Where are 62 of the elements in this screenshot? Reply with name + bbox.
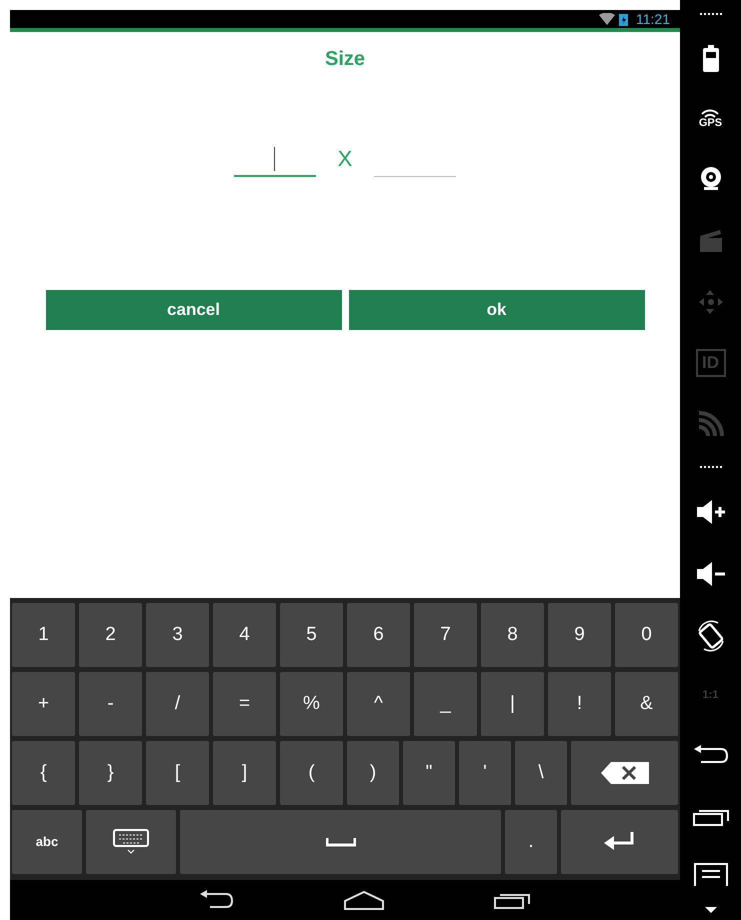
- signal-icon: [701, 108, 720, 118]
- keyboard-key[interactable]: !: [548, 672, 611, 736]
- keyboard-key[interactable]: ): [347, 741, 399, 805]
- keyboard-key[interactable]: 4: [213, 603, 276, 667]
- text-cursor: [274, 147, 276, 171]
- keyboard-key[interactable]: +: [12, 672, 75, 736]
- volume-down-icon[interactable]: [696, 560, 726, 588]
- home-icon[interactable]: [344, 890, 384, 910]
- keyboard-key[interactable]: [571, 741, 678, 805]
- backspace-icon: [600, 762, 648, 784]
- keyboard-key[interactable]: 2: [79, 603, 142, 667]
- wifi-icon: [599, 13, 615, 25]
- grip-icon[interactable]: [698, 10, 724, 18]
- keyboard-key[interactable]: ': [459, 741, 511, 805]
- recents-icon[interactable]: [692, 807, 728, 827]
- keyboard-key[interactable]: 3: [146, 603, 209, 667]
- back-icon[interactable]: [693, 745, 728, 765]
- gps-button[interactable]: GPS: [698, 90, 722, 147]
- keyboard-key[interactable]: 7: [414, 603, 477, 667]
- keyboard-key[interactable]: ^: [347, 672, 410, 736]
- keyboard-key[interactable]: {: [12, 741, 75, 805]
- keyboard-key[interactable]: =: [213, 672, 276, 736]
- caret-down-icon[interactable]: [704, 907, 716, 913]
- battery-icon[interactable]: [702, 45, 720, 73]
- keyboard-key[interactable]: 9: [548, 603, 611, 667]
- keyboard-key[interactable]: [: [146, 741, 209, 805]
- keyboard-key[interactable]: [561, 810, 678, 874]
- input-field[interactable]: [234, 145, 316, 177]
- keyboard-key[interactable]: \: [515, 741, 567, 805]
- battery-icon: [619, 12, 628, 26]
- dialog-title: Size: [324, 47, 366, 72]
- keyboard-key[interactable]: 5: [280, 603, 343, 667]
- menu-icon[interactable]: [694, 862, 728, 886]
- enter-icon: [604, 832, 636, 852]
- cancel-button[interactable]: cancel: [46, 290, 342, 330]
- space-bar-icon: [326, 836, 356, 848]
- rotate-icon[interactable]: [696, 620, 726, 652]
- keyboard-key[interactable]: |: [481, 672, 544, 736]
- keyboard-key[interactable]: [86, 810, 176, 874]
- ok-button[interactable]: ok: [348, 290, 644, 330]
- keyboard-key[interactable]: 6: [347, 603, 410, 667]
- keyboard-key[interactable]: _: [414, 672, 477, 736]
- keyboard-key[interactable]: (: [280, 741, 343, 805]
- keyboard-key[interactable]: %: [280, 672, 343, 736]
- volume-up-icon[interactable]: [696, 498, 726, 526]
- keyboard-key[interactable]: 1: [12, 603, 75, 667]
- keyboard-key[interactable]: 8: [481, 603, 544, 667]
- keyboard-icon: [113, 829, 149, 855]
- grip-icon[interactable]: [698, 463, 724, 471]
- keyboard-key[interactable]: 0: [615, 603, 678, 667]
- back-icon[interactable]: [198, 890, 234, 910]
- keyboard-key[interactable]: &: [615, 672, 678, 736]
- times-separator: X: [338, 145, 352, 173]
- clock-time: 11:21: [636, 10, 670, 28]
- keyboard-key[interactable]: -: [79, 672, 142, 736]
- keyboard-key[interactable]: .: [505, 810, 557, 874]
- keyboard-key[interactable]: /: [146, 672, 209, 736]
- keyboard-key[interactable]: ": [403, 741, 455, 805]
- keyboard-key[interactable]: }: [79, 741, 142, 805]
- keyboard-key[interactable]: ]: [213, 741, 276, 805]
- keyboard-key[interactable]: abc: [12, 810, 82, 874]
- webcam-icon[interactable]: [698, 166, 722, 190]
